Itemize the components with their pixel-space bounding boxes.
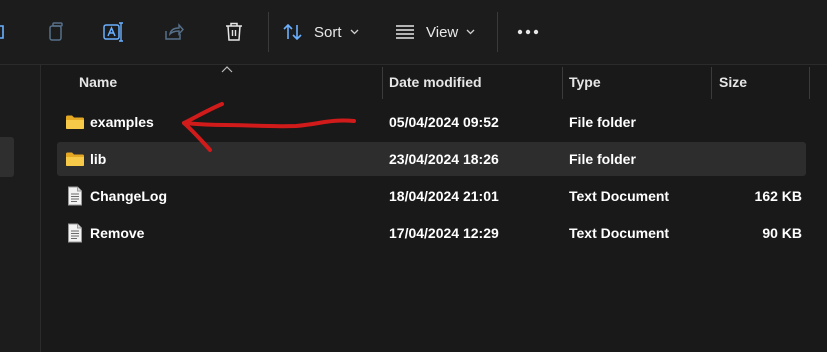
column-divider[interactable] [562,67,563,99]
file-type: Text Document [569,188,670,204]
file-size [712,105,802,139]
file-row-changelog[interactable]: ChangeLog 18/04/2024 21:01 Text Document… [57,179,806,213]
copy-button[interactable] [38,14,74,50]
cut-icon[interactable] [0,14,10,50]
sort-ascending-icon [221,66,233,73]
rename-icon [103,22,123,42]
file-size: 162 KB [754,188,802,204]
more-options-button[interactable] [510,14,546,50]
file-size: 90 KB [762,225,802,241]
text-document-icon [68,186,82,206]
view-icon [396,25,414,39]
file-name: Remove [90,225,145,241]
chevron-down-icon [350,29,358,35]
share-icon [165,23,184,40]
column-divider[interactable] [382,67,383,99]
sort-button[interactable]: Sort [282,14,368,50]
command-bar: Sort View [0,0,827,65]
file-row-remove[interactable]: Remove 17/04/2024 12:29 Text Document 90… [57,216,806,250]
share-button[interactable] [156,14,192,50]
column-header-row: Name Date modified Type Size [41,65,827,99]
column-divider[interactable] [711,67,712,99]
file-row-lib[interactable]: lib 23/04/2024 18:26 File folder [57,142,806,176]
view-button[interactable]: View [394,14,484,50]
chevron-down-icon [466,29,475,35]
file-date: 18/04/2024 21:01 [389,188,499,204]
folder-icon [66,115,84,129]
view-label: View [426,23,459,41]
navigation-pane[interactable] [0,65,41,352]
sort-icon [283,23,302,41]
file-size [712,142,802,176]
file-name: lib [90,151,107,167]
file-type: File folder [569,114,636,130]
column-header-size[interactable]: Size [719,65,747,99]
file-type: Text Document [569,225,670,241]
toolbar-divider [268,12,269,52]
file-name: examples [90,114,154,130]
more-options-icon [517,29,539,35]
copy-icon [49,22,63,41]
column-divider[interactable] [809,67,810,99]
toolbar-divider [497,12,498,52]
file-date: 17/04/2024 12:29 [389,225,499,241]
sort-label: Sort [314,23,342,41]
folder-icon [66,152,84,166]
column-header-type[interactable]: Type [569,65,601,99]
column-header-name[interactable]: Name [79,65,117,99]
file-name: ChangeLog [90,188,167,204]
file-row-examples[interactable]: examples 05/04/2024 09:52 File folder [57,105,806,139]
file-date: 05/04/2024 09:52 [389,114,499,130]
file-date: 23/04/2024 18:26 [389,151,499,167]
delete-button[interactable] [216,14,252,50]
nav-selected-item[interactable] [0,137,14,177]
file-type: File folder [569,151,636,167]
text-document-icon [68,223,82,243]
rename-button[interactable] [96,14,132,50]
column-header-date-modified[interactable]: Date modified [389,65,482,99]
delete-icon [226,22,242,41]
